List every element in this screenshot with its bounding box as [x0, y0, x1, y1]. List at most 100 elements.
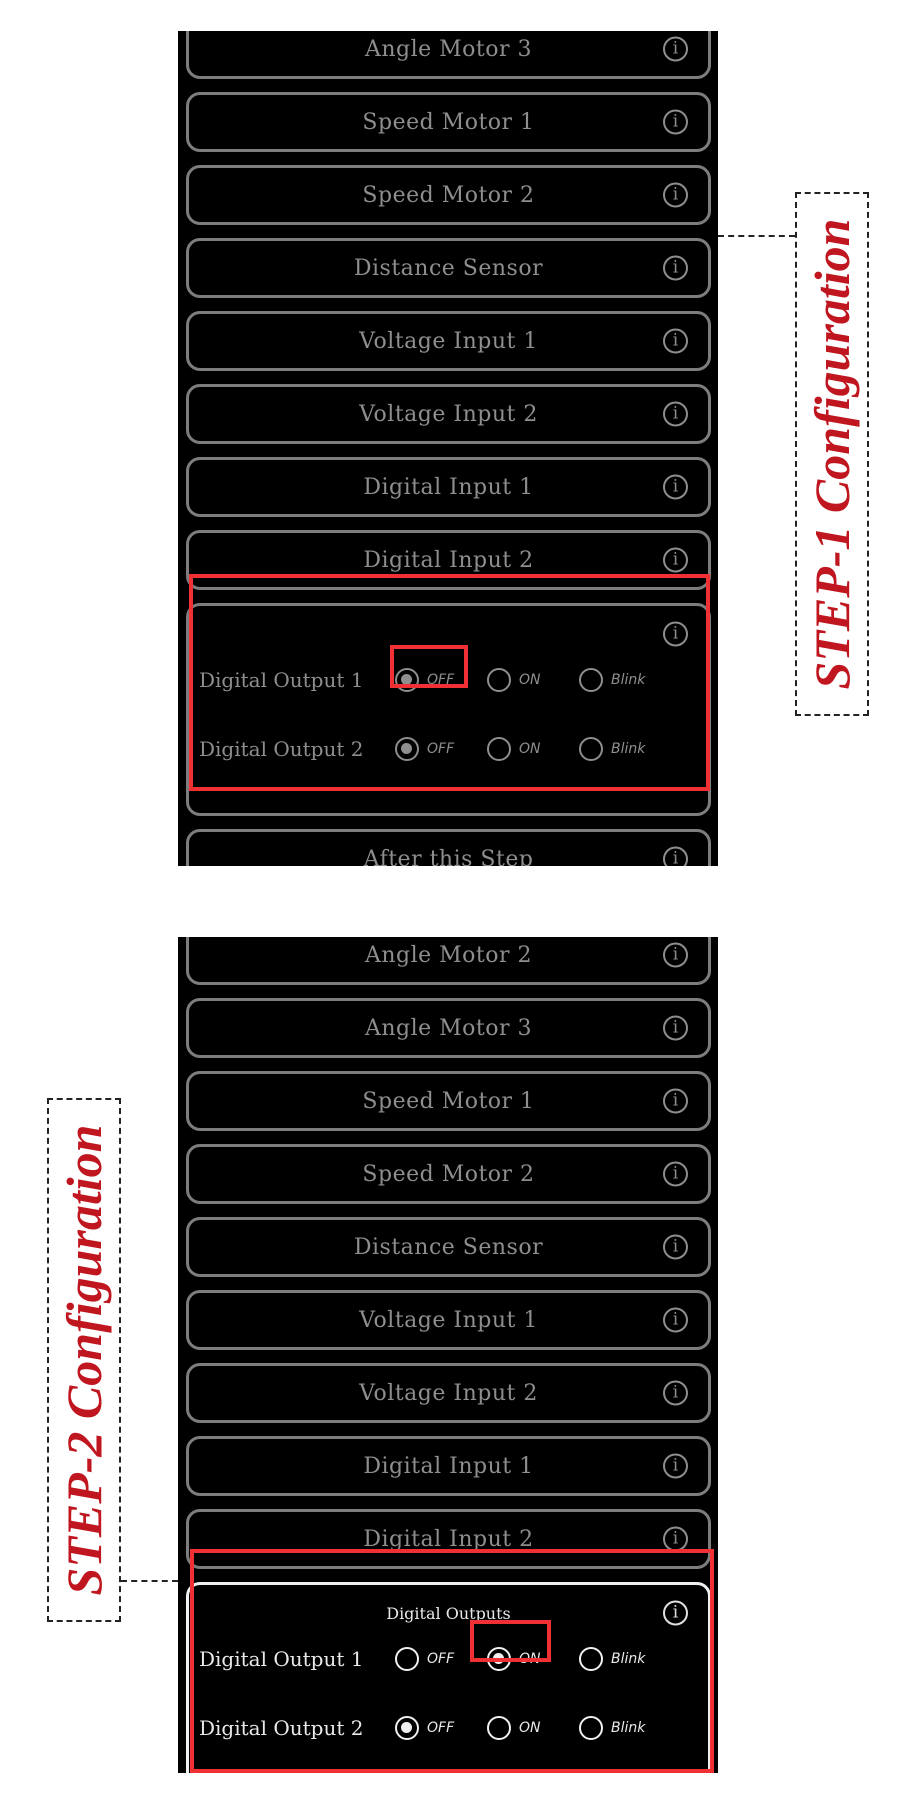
- config-item[interactable]: Digital Input 1 i: [186, 457, 711, 517]
- radio-off[interactable]: OFF: [395, 737, 465, 761]
- config-item-label: Voltage Input 2: [359, 401, 538, 427]
- step2-callout: STEP-2 Configuration: [47, 1098, 121, 1622]
- config-item[interactable]: Speed Motor 2 i: [186, 1144, 711, 1204]
- info-icon[interactable]: i: [663, 328, 688, 354]
- info-icon[interactable]: i: [663, 182, 688, 208]
- info-icon[interactable]: i: [663, 547, 688, 573]
- digital-output-label: Digital Output 2: [199, 737, 364, 761]
- radio-option-label: ON: [519, 672, 541, 688]
- digital-output-row: Digital Output 2 OFF ON Blink: [199, 1716, 671, 1740]
- digital-output-label: Digital Output 1: [199, 1647, 364, 1671]
- radio-blink[interactable]: Blink: [579, 1647, 649, 1671]
- digital-outputs-header[interactable]: Digital Outputs i: [189, 606, 708, 662]
- info-icon[interactable]: i: [663, 1453, 688, 1479]
- step1-connector: [718, 235, 795, 237]
- config-item[interactable]: Distance Sensor i: [186, 238, 711, 298]
- radio-blink[interactable]: Blink: [579, 1716, 649, 1740]
- config-item[interactable]: Voltage Input 1 i: [186, 311, 711, 371]
- info-icon[interactable]: i: [663, 1161, 688, 1187]
- info-icon[interactable]: i: [663, 1234, 688, 1260]
- radio-circle-icon[interactable]: [579, 1716, 603, 1740]
- radio-off[interactable]: OFF: [395, 1716, 465, 1740]
- digital-output-label: Digital Output 1: [199, 668, 364, 692]
- radio-on[interactable]: ON: [487, 737, 557, 761]
- config-item[interactable]: Voltage Input 1 i: [186, 1290, 711, 1350]
- config-item-label: Digital Input 1: [363, 1453, 534, 1479]
- config-item-label: Distance Sensor: [353, 255, 544, 281]
- step2-panel: Angle Motor 2 i Angle Motor 3 i Speed Motor …: [178, 937, 718, 1773]
- info-icon[interactable]: i: [663, 1380, 688, 1406]
- config-item[interactable]: Distance Sensor i: [186, 1217, 711, 1277]
- digital-outputs-header[interactable]: Digital Outputs i: [189, 1585, 708, 1641]
- config-item-label: Voltage Input 1: [359, 1307, 538, 1333]
- info-icon[interactable]: i: [663, 1088, 688, 1114]
- config-item-label: Speed Motor 2: [362, 182, 535, 208]
- radio-circle-icon[interactable]: [579, 668, 603, 692]
- config-item[interactable]: Voltage Input 2 i: [186, 1363, 711, 1423]
- config-item-label: Digital Input 1: [363, 474, 534, 500]
- digital-outputs-title: Digital Outputs: [386, 624, 511, 644]
- config-item[interactable]: Digital Input 2 i: [186, 1509, 711, 1569]
- info-icon[interactable]: i: [663, 1526, 688, 1552]
- config-item-label: Speed Motor 1: [362, 109, 535, 135]
- radio-blink[interactable]: Blink: [579, 668, 649, 692]
- config-item[interactable]: Angle Motor 2 i: [186, 937, 711, 985]
- radio-circle-icon[interactable]: [487, 1647, 511, 1671]
- radio-circle-icon[interactable]: [579, 737, 603, 761]
- config-item-label: Speed Motor 2: [362, 1161, 535, 1187]
- radio-option-label: Blink: [611, 1720, 646, 1736]
- digital-output-label: Digital Output 2: [199, 1716, 364, 1740]
- digital-outputs-title: Digital Outputs: [386, 1603, 511, 1623]
- radio-blink[interactable]: Blink: [579, 737, 649, 761]
- radio-option-label: OFF: [427, 1651, 455, 1667]
- radio-circle-icon[interactable]: [487, 737, 511, 761]
- radio-option-label: ON: [519, 1651, 541, 1667]
- info-icon[interactable]: i: [663, 942, 688, 968]
- info-icon[interactable]: i: [663, 474, 688, 500]
- config-item[interactable]: Angle Motor 3 i: [186, 31, 711, 79]
- info-icon[interactable]: i: [663, 109, 688, 135]
- radio-circle-icon[interactable]: [487, 1716, 511, 1740]
- config-item[interactable]: Angle Motor 3 i: [186, 998, 711, 1058]
- config-item-label: Distance Sensor: [353, 1234, 544, 1260]
- config-item[interactable]: Digital Input 1 i: [186, 1436, 711, 1496]
- radio-on[interactable]: ON: [487, 1716, 557, 1740]
- step1-callout-label: STEP-1 Configuration: [804, 218, 860, 690]
- info-icon[interactable]: i: [663, 36, 688, 62]
- radio-off[interactable]: OFF: [395, 1647, 465, 1671]
- radio-option-label: Blink: [611, 672, 646, 688]
- config-item[interactable]: Voltage Input 2 i: [186, 384, 711, 444]
- radio-circle-icon[interactable]: [579, 1647, 603, 1671]
- radio-circle-icon[interactable]: [395, 1716, 419, 1740]
- radio-circle-icon[interactable]: [395, 1647, 419, 1671]
- info-icon[interactable]: i: [663, 255, 688, 281]
- config-item[interactable]: Speed Motor 1 i: [186, 92, 711, 152]
- info-icon[interactable]: i: [663, 401, 688, 427]
- config-item[interactable]: Digital Input 2 i: [186, 530, 711, 590]
- config-item-label: Digital Input 2: [363, 547, 534, 573]
- radio-circle-icon[interactable]: [487, 668, 511, 692]
- info-icon[interactable]: i: [663, 846, 688, 866]
- info-icon[interactable]: i: [663, 1015, 688, 1041]
- digital-outputs-section: Digital Outputs i Digital Output 1 OFF ON Bli…: [186, 603, 711, 816]
- config-item[interactable]: Speed Motor 2 i: [186, 165, 711, 225]
- info-icon[interactable]: i: [663, 621, 688, 647]
- radio-circle-icon[interactable]: [395, 737, 419, 761]
- config-item-label: Voltage Input 2: [359, 1380, 538, 1406]
- step1-panel: Angle Motor 3 i Speed Motor 1 i Speed Motor …: [178, 31, 718, 866]
- radio-option-label: OFF: [427, 672, 455, 688]
- config-item-label: Speed Motor 1: [362, 1088, 535, 1114]
- digital-outputs-section: Digital Outputs i Digital Output 1 OFF ON Bli…: [186, 1582, 711, 1773]
- radio-off[interactable]: OFF: [395, 668, 465, 692]
- config-item[interactable]: Speed Motor 1 i: [186, 1071, 711, 1131]
- radio-option-label: OFF: [427, 741, 455, 757]
- radio-circle-icon[interactable]: [395, 668, 419, 692]
- radio-on[interactable]: ON: [487, 1647, 557, 1671]
- config-item-label: Angle Motor 3: [364, 1015, 533, 1041]
- config-item-label: Voltage Input 1: [359, 328, 538, 354]
- info-icon[interactable]: i: [663, 1307, 688, 1333]
- info-icon[interactable]: i: [663, 1600, 688, 1626]
- radio-on[interactable]: ON: [487, 668, 557, 692]
- step1-config-list: Angle Motor 3 i Speed Motor 1 i Speed Motor …: [186, 31, 711, 866]
- config-item[interactable]: After this Step i: [186, 829, 711, 866]
